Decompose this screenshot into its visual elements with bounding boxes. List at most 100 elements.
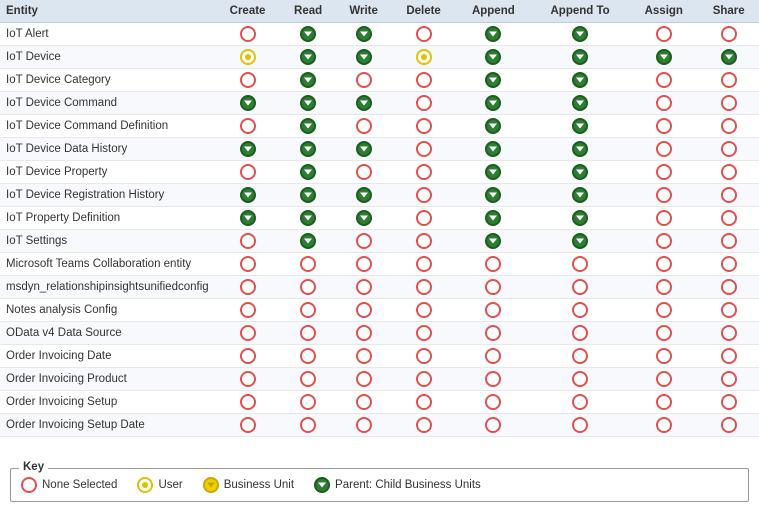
delete-cell[interactable] <box>392 230 456 253</box>
write-cell[interactable] <box>336 115 392 138</box>
read-cell[interactable] <box>280 161 335 184</box>
create-cell[interactable] <box>215 92 281 115</box>
read-cell[interactable] <box>280 115 335 138</box>
write-cell[interactable] <box>336 207 392 230</box>
create-cell[interactable] <box>215 391 281 414</box>
read-cell[interactable] <box>280 299 335 322</box>
create-cell[interactable] <box>215 230 281 253</box>
assign-cell[interactable] <box>629 23 698 46</box>
assign-cell[interactable] <box>629 207 698 230</box>
delete-cell[interactable] <box>392 276 456 299</box>
create-cell[interactable] <box>215 368 281 391</box>
write-cell[interactable] <box>336 184 392 207</box>
assign-cell[interactable] <box>629 92 698 115</box>
read-cell[interactable] <box>280 322 335 345</box>
delete-cell[interactable] <box>392 322 456 345</box>
share-cell[interactable] <box>698 368 759 391</box>
create-cell[interactable] <box>215 414 281 437</box>
create-cell[interactable] <box>215 345 281 368</box>
write-cell[interactable] <box>336 161 392 184</box>
read-cell[interactable] <box>280 138 335 161</box>
appendTo-cell[interactable] <box>531 299 629 322</box>
create-cell[interactable] <box>215 299 281 322</box>
share-cell[interactable] <box>698 46 759 69</box>
delete-cell[interactable] <box>392 345 456 368</box>
read-cell[interactable] <box>280 276 335 299</box>
delete-cell[interactable] <box>392 368 456 391</box>
write-cell[interactable] <box>336 230 392 253</box>
assign-cell[interactable] <box>629 276 698 299</box>
assign-cell[interactable] <box>629 161 698 184</box>
appendTo-cell[interactable] <box>531 391 629 414</box>
assign-cell[interactable] <box>629 414 698 437</box>
read-cell[interactable] <box>280 368 335 391</box>
append-cell[interactable] <box>456 391 531 414</box>
create-cell[interactable] <box>215 207 281 230</box>
append-cell[interactable] <box>456 322 531 345</box>
create-cell[interactable] <box>215 161 281 184</box>
create-cell[interactable] <box>215 184 281 207</box>
share-cell[interactable] <box>698 391 759 414</box>
write-cell[interactable] <box>336 368 392 391</box>
delete-cell[interactable] <box>392 161 456 184</box>
append-cell[interactable] <box>456 115 531 138</box>
appendTo-cell[interactable] <box>531 184 629 207</box>
delete-cell[interactable] <box>392 184 456 207</box>
delete-cell[interactable] <box>392 115 456 138</box>
create-cell[interactable] <box>215 276 281 299</box>
write-cell[interactable] <box>336 276 392 299</box>
share-cell[interactable] <box>698 345 759 368</box>
append-cell[interactable] <box>456 368 531 391</box>
share-cell[interactable] <box>698 253 759 276</box>
read-cell[interactable] <box>280 46 335 69</box>
delete-cell[interactable] <box>392 46 456 69</box>
write-cell[interactable] <box>336 69 392 92</box>
appendTo-cell[interactable] <box>531 115 629 138</box>
write-cell[interactable] <box>336 345 392 368</box>
assign-cell[interactable] <box>629 391 698 414</box>
write-cell[interactable] <box>336 299 392 322</box>
appendTo-cell[interactable] <box>531 276 629 299</box>
share-cell[interactable] <box>698 414 759 437</box>
assign-cell[interactable] <box>629 184 698 207</box>
write-cell[interactable] <box>336 391 392 414</box>
append-cell[interactable] <box>456 276 531 299</box>
assign-cell[interactable] <box>629 253 698 276</box>
share-cell[interactable] <box>698 69 759 92</box>
append-cell[interactable] <box>456 207 531 230</box>
appendTo-cell[interactable] <box>531 23 629 46</box>
appendTo-cell[interactable] <box>531 322 629 345</box>
appendTo-cell[interactable] <box>531 46 629 69</box>
write-cell[interactable] <box>336 23 392 46</box>
appendTo-cell[interactable] <box>531 368 629 391</box>
share-cell[interactable] <box>698 115 759 138</box>
assign-cell[interactable] <box>629 368 698 391</box>
read-cell[interactable] <box>280 391 335 414</box>
write-cell[interactable] <box>336 253 392 276</box>
read-cell[interactable] <box>280 92 335 115</box>
share-cell[interactable] <box>698 184 759 207</box>
delete-cell[interactable] <box>392 414 456 437</box>
delete-cell[interactable] <box>392 138 456 161</box>
appendTo-cell[interactable] <box>531 253 629 276</box>
delete-cell[interactable] <box>392 207 456 230</box>
write-cell[interactable] <box>336 46 392 69</box>
append-cell[interactable] <box>456 253 531 276</box>
share-cell[interactable] <box>698 23 759 46</box>
write-cell[interactable] <box>336 92 392 115</box>
append-cell[interactable] <box>456 92 531 115</box>
appendTo-cell[interactable] <box>531 161 629 184</box>
append-cell[interactable] <box>456 161 531 184</box>
create-cell[interactable] <box>215 46 281 69</box>
append-cell[interactable] <box>456 138 531 161</box>
read-cell[interactable] <box>280 69 335 92</box>
assign-cell[interactable] <box>629 345 698 368</box>
permissions-table-container[interactable]: EntityCreateReadWriteDeleteAppendAppend … <box>0 0 759 460</box>
create-cell[interactable] <box>215 138 281 161</box>
append-cell[interactable] <box>456 69 531 92</box>
create-cell[interactable] <box>215 69 281 92</box>
share-cell[interactable] <box>698 207 759 230</box>
read-cell[interactable] <box>280 253 335 276</box>
assign-cell[interactable] <box>629 115 698 138</box>
appendTo-cell[interactable] <box>531 138 629 161</box>
